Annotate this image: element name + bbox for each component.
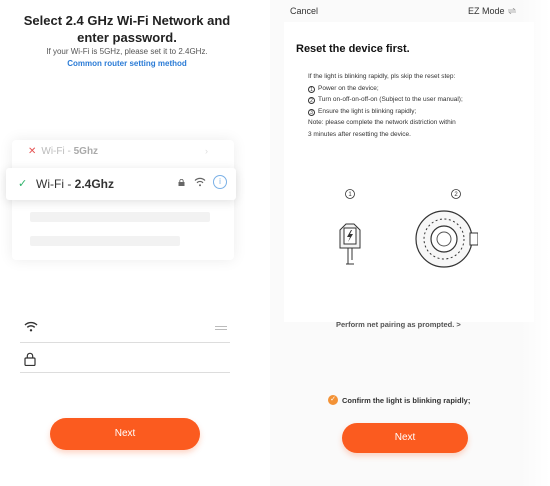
note-text: Note: please complete the network distri…: [308, 119, 456, 126]
illustration-marker: 2: [454, 192, 458, 198]
lock-icon: [178, 179, 185, 186]
step-marker: 2: [308, 97, 315, 104]
wifi-item-2-4ghz[interactable]: ✓ Wi-Fi - 2.4Ghz i: [6, 168, 236, 200]
password-lock-icon: [24, 352, 36, 366]
wifi-name: Wi-Fi -: [41, 146, 74, 157]
wifi-name-field[interactable]: [20, 342, 230, 343]
step-marker: 3: [308, 108, 315, 116]
list-item: [30, 212, 210, 222]
note-text: 3 minutes after resetting the device.: [308, 130, 411, 138]
selected-check-icon: ✓: [18, 178, 28, 190]
cancel-button[interactable]: Cancel: [290, 6, 318, 16]
page-title: Reset the device first.: [296, 43, 410, 55]
reset-device-screen: Cancel EZ Mode Reset the device first. I…: [270, 0, 550, 486]
instruction-intro: If the light is blinking rapidly, pls sk…: [308, 73, 456, 80]
next-button[interactable]: Next: [342, 423, 468, 453]
wifi-band: 5Ghz: [73, 146, 99, 157]
switch-mode-icon[interactable]: [508, 8, 516, 14]
wifi-setup-screen: Select 2.4 GHz Wi-Fi Network and enter p…: [0, 0, 256, 486]
illustration-marker: 1: [348, 192, 352, 198]
step-marker: 1: [308, 85, 315, 93]
step-text: Turn on-off-on-off-on (Subject to the us…: [318, 96, 463, 103]
page-title: Select 2.4 GHz Wi-Fi Network and enter p…: [23, 13, 231, 45]
router-setting-link[interactable]: Common router setting method: [10, 59, 244, 68]
wifi-signal-icon: [194, 177, 206, 187]
mode-selector[interactable]: EZ Mode: [468, 6, 505, 16]
confirm-label[interactable]: Confirm the light is blinking rapidly;: [342, 396, 470, 405]
switch-network-icon[interactable]: [214, 325, 228, 331]
password-field[interactable]: [20, 372, 230, 373]
edge-fade: [520, 0, 550, 486]
step-text: Power on the device;: [318, 84, 379, 92]
band-hint: If your Wi-Fi is 5GHz, please set it to …: [46, 47, 208, 56]
power-plug-icon: 1: [339, 189, 361, 265]
confirm-checkbox[interactable]: ✓: [328, 395, 338, 405]
reset-instructions: If the light is blinking rapidly, pls sk…: [308, 71, 538, 140]
device-dial-icon: 2: [415, 189, 478, 268]
unsupported-icon: ✕: [28, 146, 37, 157]
info-icon[interactable]: i: [213, 175, 227, 189]
next-button[interactable]: Next: [50, 418, 200, 450]
step-text: Ensure the light is blinking rapidly;: [318, 107, 417, 115]
wifi-icon: [24, 321, 38, 332]
wifi-signal-icon: ›: [205, 146, 208, 156]
wifi-name: Wi-Fi -: [36, 177, 75, 191]
wifi-item-5ghz[interactable]: ✕ Wi-Fi - 5Ghz: [28, 146, 98, 157]
net-pairing-link[interactable]: Perform net pairing as prompted. >: [336, 320, 461, 329]
list-item: [30, 236, 180, 246]
wifi-band: 2.4Ghz: [74, 177, 115, 191]
reset-illustration: 1 2: [339, 189, 478, 268]
